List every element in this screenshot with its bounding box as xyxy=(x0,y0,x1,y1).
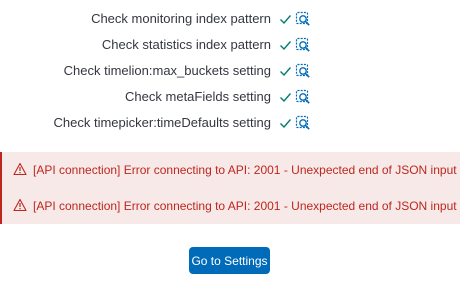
error-message: [API connection] Error connecting to API… xyxy=(33,163,457,177)
warning-icon xyxy=(13,198,27,212)
warning-icon xyxy=(13,162,27,176)
check-label: Check statistics index pattern xyxy=(101,37,271,52)
check-label: Check monitoring index pattern xyxy=(91,11,271,26)
checks-list: Check monitoring index pattern Check sta… xyxy=(0,6,474,136)
check-label: Check timepicker:timeDefaults setting xyxy=(53,115,271,130)
go-to-settings-button[interactable]: Go to Settings xyxy=(189,247,270,274)
inspect-icon[interactable] xyxy=(294,10,312,28)
check-icon xyxy=(280,93,292,103)
check-row-timepicker-time-defaults: Check timepicker:timeDefaults setting xyxy=(0,110,474,136)
check-label: Check timelion:max_buckets setting xyxy=(63,63,271,78)
inspect-icon[interactable] xyxy=(294,114,312,132)
inspect-icon[interactable] xyxy=(294,36,312,54)
check-row-monitoring-index-pattern: Check monitoring index pattern xyxy=(0,6,474,32)
check-label: Check metaFields setting xyxy=(125,89,271,104)
check-row-statistics-index-pattern: Check statistics index pattern xyxy=(0,32,474,58)
check-row-metafields: Check metaFields setting xyxy=(0,84,474,110)
check-row-timelion-max-buckets: Check timelion:max_buckets setting xyxy=(0,58,474,84)
inspect-icon[interactable] xyxy=(294,62,312,80)
check-icon xyxy=(280,119,292,129)
check-icon xyxy=(280,15,292,25)
error-callout: [API connection] Error connecting to API… xyxy=(0,188,460,224)
check-icon xyxy=(280,67,292,77)
error-message: [API connection] Error connecting to API… xyxy=(33,199,457,213)
error-callout: [API connection] Error connecting to API… xyxy=(0,152,460,188)
check-icon xyxy=(280,41,292,51)
inspect-icon[interactable] xyxy=(294,88,312,106)
